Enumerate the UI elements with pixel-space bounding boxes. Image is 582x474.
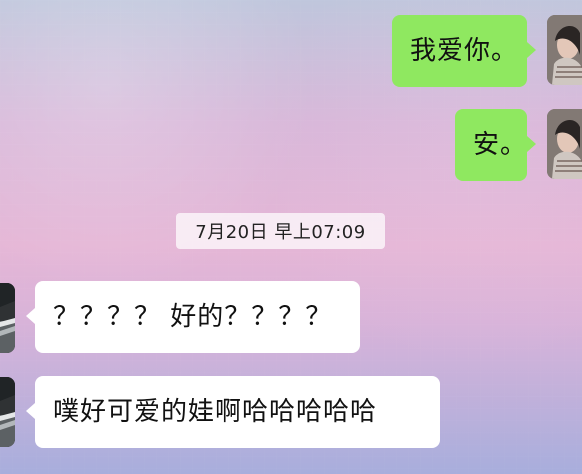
outgoing-message-bubble[interactable]: 我爱你。 bbox=[392, 15, 536, 87]
message-timestamp: 7月20日 早上07:09 bbox=[176, 213, 385, 249]
user-avatar[interactable] bbox=[547, 109, 582, 179]
contact-avatar[interactable] bbox=[0, 377, 15, 447]
contact-avatar[interactable] bbox=[0, 283, 15, 353]
user-avatar[interactable] bbox=[547, 15, 582, 85]
outgoing-message-bubble[interactable]: 安。 bbox=[455, 109, 536, 181]
message-text: 我爱你。 bbox=[410, 36, 519, 66]
message-text: 安。 bbox=[473, 130, 528, 160]
landscape-avatar-icon bbox=[0, 377, 15, 447]
message-text: ？？？？ 好的？？？？ bbox=[53, 302, 333, 332]
person-avatar-icon bbox=[547, 109, 582, 179]
person-avatar-icon bbox=[547, 15, 582, 85]
message-text: 噗好可爱的娃啊哈哈哈哈哈 bbox=[53, 397, 378, 427]
landscape-avatar-icon bbox=[0, 283, 15, 353]
incoming-message-bubble[interactable]: 噗好可爱的娃啊哈哈哈哈哈 bbox=[26, 376, 440, 448]
incoming-message-bubble[interactable]: ？？？？ 好的？？？？ bbox=[26, 281, 360, 353]
timestamp-text: 7月20日 早上07:09 bbox=[195, 222, 366, 243]
chat-thread: 我爱你。 安。 7月20日 早上07:09 ？？？？ 好的？？？？ 噗好可爱的娃… bbox=[0, 0, 582, 474]
